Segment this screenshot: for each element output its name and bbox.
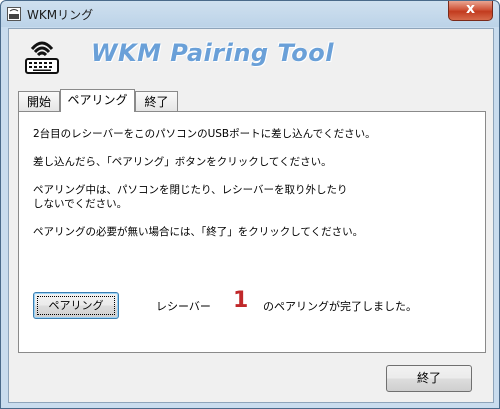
receiver-label: レシーバー (156, 300, 211, 313)
client-area: WKM Pairing Tool 開始 ペアリング 終了 2台目のレシーバーをこ… (8, 28, 494, 403)
wireless-keyboard-icon (25, 41, 59, 74)
tool-title: WKM Pairing Tool (91, 39, 334, 67)
focus-rect (37, 296, 115, 315)
tab-pairing[interactable]: ペアリング (60, 89, 135, 112)
pairing-button[interactable]: ペアリング (33, 292, 119, 319)
app-window: WKMリング x WKM Pairing Tool 開始 ペアリング 終了 2台… (0, 0, 500, 409)
window-title: WKMリング (27, 8, 94, 22)
exit-button[interactable]: 終了 (386, 365, 472, 392)
keyboard-icon (7, 7, 21, 21)
instruction-finish: ペアリングの必要が無い場合には、「終了」をクリックしてください。 (33, 226, 364, 238)
tab-start[interactable]: 開始 (18, 91, 60, 111)
close-icon: x (465, 1, 476, 17)
instruction-click: 差し込んだら、「ペアリング」ボタンをクリックしてください。 (33, 156, 332, 168)
pairing-panel: 2台目のレシーバーをこのパソコンのUSBポートに差し込んでください。 差し込んだ… (18, 111, 486, 353)
header: WKM Pairing Tool (9, 29, 493, 79)
close-button[interactable]: x (448, 1, 493, 21)
receiver-number: 1 (233, 288, 249, 313)
instruction-insert: 2台目のレシーバーをこのパソコンのUSBポートに差し込んでください。 (33, 128, 376, 140)
pairing-status: のペアリングが完了しました。 (263, 300, 417, 313)
title-bar[interactable]: WKMリング x (1, 1, 499, 27)
instruction-warning-1: ペアリング中は、パソコンを閉じたり、レシーバーを取り外したり (33, 184, 348, 196)
tab-finish[interactable]: 終了 (135, 91, 178, 111)
instruction-warning-2: しないでください。 (33, 198, 128, 210)
